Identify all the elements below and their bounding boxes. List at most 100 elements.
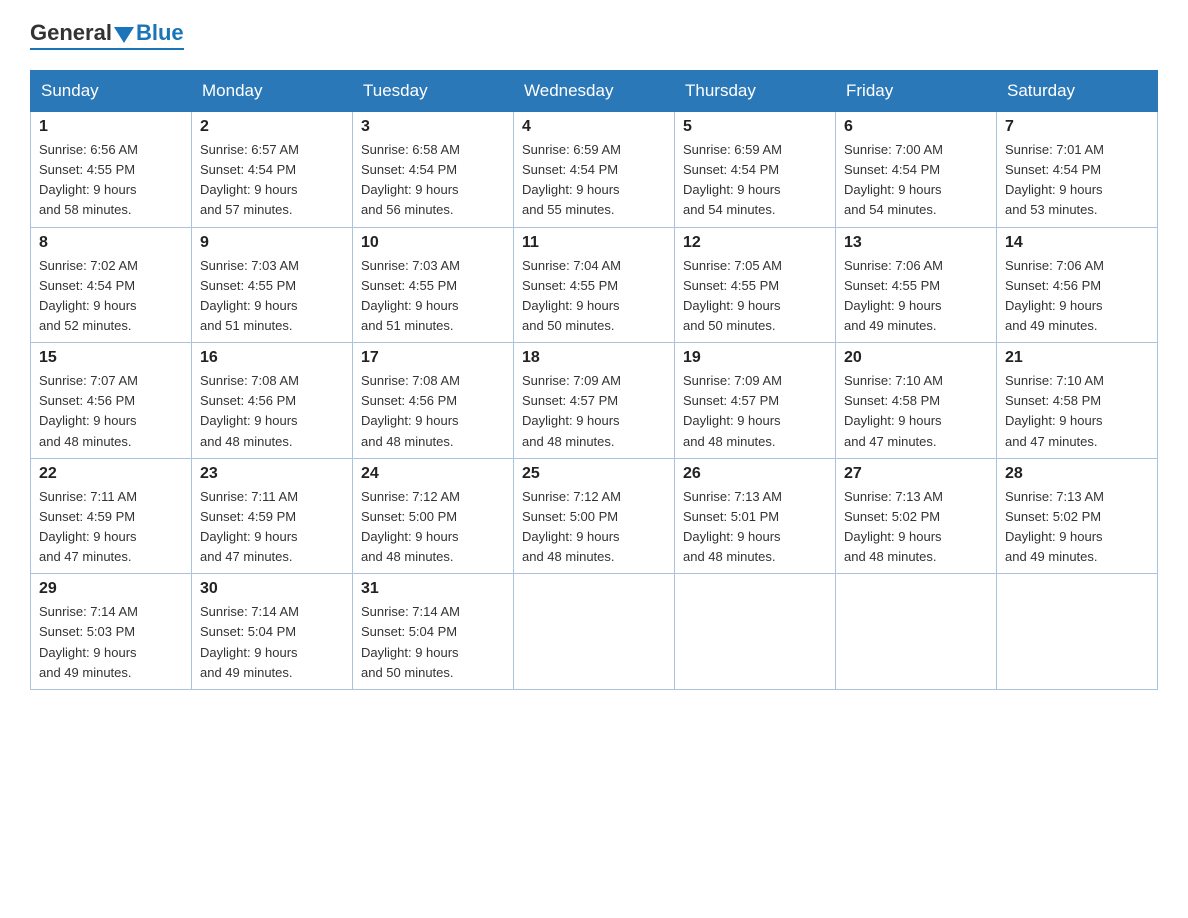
weekday-header-row: SundayMondayTuesdayWednesdayThursdayFrid… — [31, 71, 1158, 112]
calendar-cell: 31 Sunrise: 7:14 AMSunset: 5:04 PMDayligh… — [353, 574, 514, 690]
day-info: Sunrise: 7:09 AMSunset: 4:57 PMDaylight:… — [683, 371, 827, 452]
day-number: 5 — [683, 118, 827, 136]
calendar-cell — [514, 574, 675, 690]
day-info: Sunrise: 7:07 AMSunset: 4:56 PMDaylight:… — [39, 371, 183, 452]
weekday-header-wednesday: Wednesday — [514, 71, 675, 112]
day-info: Sunrise: 7:10 AMSunset: 4:58 PMDaylight:… — [1005, 371, 1149, 452]
calendar-cell: 29Sunrise: 7:14 AMSunset: 5:03 PMDayligh… — [31, 574, 192, 690]
day-info: Sunrise: 6:59 AMSunset: 4:54 PMDaylight:… — [522, 140, 666, 221]
day-info: Sunrise: 7:04 AMSunset: 4:55 PMDaylight:… — [522, 256, 666, 337]
calendar-cell: 7 Sunrise: 7:01 AMSunset: 4:54 PMDaylight… — [997, 112, 1158, 228]
day-number: 30 — [200, 580, 344, 598]
calendar-cell: 30Sunrise: 7:14 AMSunset: 5:04 PMDayligh… — [192, 574, 353, 690]
calendar-cell: 18 Sunrise: 7:09 AMSunset: 4:57 PMDayligh… — [514, 343, 675, 459]
day-number: 15 — [39, 349, 183, 367]
day-number: 9 — [200, 234, 344, 252]
day-info: Sunrise: 6:56 AMSunset: 4:55 PMDaylight:… — [39, 140, 183, 221]
day-number: 2 — [200, 118, 344, 136]
weekday-header-saturday: Saturday — [997, 71, 1158, 112]
calendar-cell — [997, 574, 1158, 690]
logo: General Blue — [30, 20, 184, 50]
calendar-cell — [675, 574, 836, 690]
day-number: 7 — [1005, 118, 1149, 136]
calendar-cell: 21 Sunrise: 7:10 AMSunset: 4:58 PMDayligh… — [997, 343, 1158, 459]
day-number: 21 — [1005, 349, 1149, 367]
day-info: Sunrise: 7:08 AMSunset: 4:56 PMDaylight:… — [361, 371, 505, 452]
calendar-cell: 15 Sunrise: 7:07 AMSunset: 4:56 PMDayligh… — [31, 343, 192, 459]
calendar-cell: 27 Sunrise: 7:13 AMSunset: 5:02 PMDayligh… — [836, 458, 997, 574]
calendar-cell: 3 Sunrise: 6:58 AMSunset: 4:54 PMDaylight… — [353, 112, 514, 228]
weekday-header-thursday: Thursday — [675, 71, 836, 112]
day-info: Sunrise: 7:02 AMSunset: 4:54 PMDaylight:… — [39, 256, 183, 337]
calendar-week-row: 29Sunrise: 7:14 AMSunset: 5:03 PMDayligh… — [31, 574, 1158, 690]
logo-triangle-icon — [114, 27, 134, 43]
day-info: Sunrise: 7:08 AMSunset: 4:56 PMDaylight:… — [200, 371, 344, 452]
day-number: 3 — [361, 118, 505, 136]
day-number: 12 — [683, 234, 827, 252]
day-number: 11 — [522, 234, 666, 252]
calendar-cell: 28 Sunrise: 7:13 AMSunset: 5:02 PMDayligh… — [997, 458, 1158, 574]
day-number: 23 — [200, 465, 344, 483]
day-number: 8 — [39, 234, 183, 252]
day-number: 26 — [683, 465, 827, 483]
day-info: Sunrise: 7:09 AMSunset: 4:57 PMDaylight:… — [522, 371, 666, 452]
weekday-header-friday: Friday — [836, 71, 997, 112]
logo-blue-text: Blue — [136, 20, 184, 46]
calendar-cell: 23Sunrise: 7:11 AMSunset: 4:59 PMDayligh… — [192, 458, 353, 574]
day-number: 24 — [361, 465, 505, 483]
day-number: 25 — [522, 465, 666, 483]
calendar-cell: 25 Sunrise: 7:12 AMSunset: 5:00 PMDayligh… — [514, 458, 675, 574]
calendar-week-row: 22 Sunrise: 7:11 AMSunset: 4:59 PMDayligh… — [31, 458, 1158, 574]
day-info: Sunrise: 7:13 AMSunset: 5:01 PMDaylight:… — [683, 487, 827, 568]
day-info: Sunrise: 7:00 AMSunset: 4:54 PMDaylight:… — [844, 140, 988, 221]
calendar-cell — [836, 574, 997, 690]
page-header: General Blue — [30, 20, 1158, 50]
day-info: Sunrise: 6:57 AMSunset: 4:54 PMDaylight:… — [200, 140, 344, 221]
calendar-week-row: 8 Sunrise: 7:02 AMSunset: 4:54 PMDaylight… — [31, 227, 1158, 343]
day-info: Sunrise: 7:12 AMSunset: 5:00 PMDaylight:… — [361, 487, 505, 568]
calendar-week-row: 15 Sunrise: 7:07 AMSunset: 4:56 PMDayligh… — [31, 343, 1158, 459]
day-info: Sunrise: 6:59 AMSunset: 4:54 PMDaylight:… — [683, 140, 827, 221]
day-number: 16 — [200, 349, 344, 367]
day-info: Sunrise: 7:03 AMSunset: 4:55 PMDaylight:… — [200, 256, 344, 337]
calendar-cell: 14Sunrise: 7:06 AMSunset: 4:56 PMDayligh… — [997, 227, 1158, 343]
day-number: 29 — [39, 580, 183, 598]
day-info: Sunrise: 7:13 AMSunset: 5:02 PMDaylight:… — [844, 487, 988, 568]
calendar-cell: 10Sunrise: 7:03 AMSunset: 4:55 PMDayligh… — [353, 227, 514, 343]
calendar-cell: 13 Sunrise: 7:06 AMSunset: 4:55 PMDayligh… — [836, 227, 997, 343]
day-info: Sunrise: 7:06 AMSunset: 4:55 PMDaylight:… — [844, 256, 988, 337]
day-info: Sunrise: 7:03 AMSunset: 4:55 PMDaylight:… — [361, 256, 505, 337]
day-info: Sunrise: 7:01 AMSunset: 4:54 PMDaylight:… — [1005, 140, 1149, 221]
weekday-header-sunday: Sunday — [31, 71, 192, 112]
day-info: Sunrise: 7:14 AMSunset: 5:04 PMDaylight:… — [361, 602, 505, 683]
day-info: Sunrise: 7:10 AMSunset: 4:58 PMDaylight:… — [844, 371, 988, 452]
day-info: Sunrise: 7:12 AMSunset: 5:00 PMDaylight:… — [522, 487, 666, 568]
calendar-cell: 11 Sunrise: 7:04 AMSunset: 4:55 PMDayligh… — [514, 227, 675, 343]
calendar-cell: 20 Sunrise: 7:10 AMSunset: 4:58 PMDayligh… — [836, 343, 997, 459]
day-number: 27 — [844, 465, 988, 483]
day-info: Sunrise: 7:13 AMSunset: 5:02 PMDaylight:… — [1005, 487, 1149, 568]
calendar-week-row: 1Sunrise: 6:56 AMSunset: 4:55 PMDaylight… — [31, 112, 1158, 228]
weekday-header-tuesday: Tuesday — [353, 71, 514, 112]
day-number: 13 — [844, 234, 988, 252]
day-number: 20 — [844, 349, 988, 367]
day-number: 4 — [522, 118, 666, 136]
day-info: Sunrise: 7:05 AMSunset: 4:55 PMDaylight:… — [683, 256, 827, 337]
day-number: 17 — [361, 349, 505, 367]
day-number: 28 — [1005, 465, 1149, 483]
day-info: Sunrise: 6:58 AMSunset: 4:54 PMDaylight:… — [361, 140, 505, 221]
weekday-header-monday: Monday — [192, 71, 353, 112]
calendar-cell: 26 Sunrise: 7:13 AMSunset: 5:01 PMDayligh… — [675, 458, 836, 574]
day-number: 31 — [361, 580, 505, 598]
day-number: 6 — [844, 118, 988, 136]
day-number: 22 — [39, 465, 183, 483]
calendar-cell: 19Sunrise: 7:09 AMSunset: 4:57 PMDayligh… — [675, 343, 836, 459]
calendar-table: SundayMondayTuesdayWednesdayThursdayFrid… — [30, 70, 1158, 690]
day-number: 18 — [522, 349, 666, 367]
logo-general-text: General — [30, 20, 112, 46]
calendar-cell: 12 Sunrise: 7:05 AMSunset: 4:55 PMDayligh… — [675, 227, 836, 343]
logo-underline — [30, 48, 184, 50]
calendar-cell: 17 Sunrise: 7:08 AMSunset: 4:56 PMDayligh… — [353, 343, 514, 459]
calendar-cell: 1Sunrise: 6:56 AMSunset: 4:55 PMDaylight… — [31, 112, 192, 228]
day-info: Sunrise: 7:11 AMSunset: 4:59 PMDaylight:… — [39, 487, 183, 568]
